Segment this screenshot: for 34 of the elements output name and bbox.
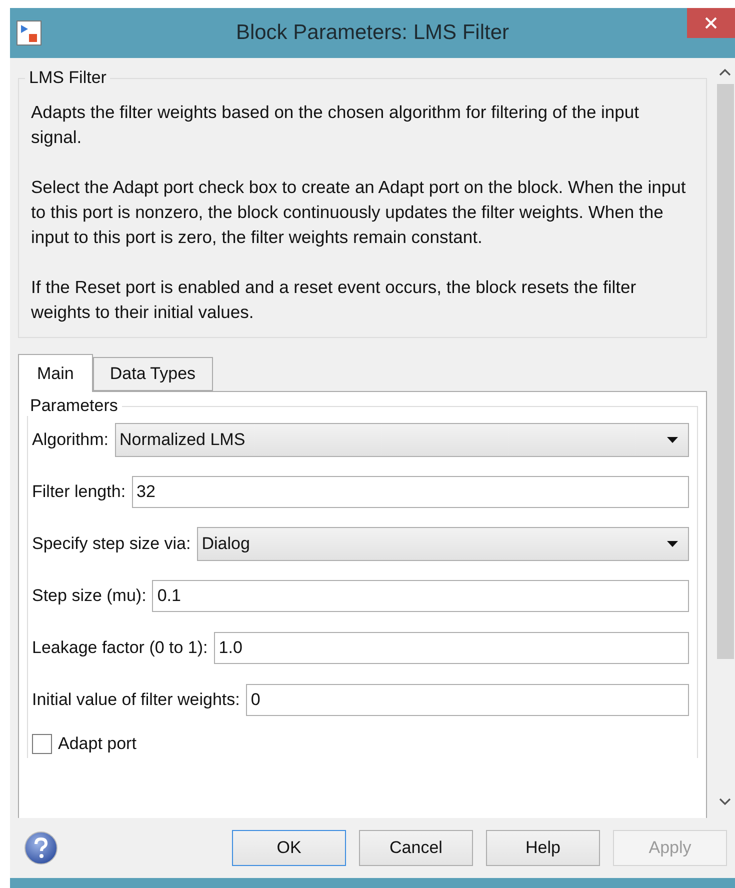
- description-text: Select the Adapt port check box to create an Adapt port on the block. When the input to this port is nonzero, the block continuously updates the filter weights. When the input to this port is zero, the filter weights remain constant.: [31, 176, 687, 249]
- close-button[interactable]: [687, 8, 735, 38]
- dialog-button[interactable]: OK: [232, 830, 346, 866]
- description-text: Adapts the filter weights based on the chosen algorithm for filtering of the input signal.: [31, 101, 640, 149]
- dialog-button[interactable]: Help: [486, 830, 600, 866]
- checkbox[interactable]: [32, 734, 52, 754]
- field-label: Leakage factor (0 to 1):: [32, 638, 208, 658]
- input-field[interactable]: 32: [132, 476, 689, 508]
- tab[interactable]: Main: [18, 354, 93, 392]
- window-title: Block Parameters: LMS Filter: [234, 21, 510, 45]
- field-label: Filter length:: [32, 482, 126, 502]
- group-title: Parameters: [29, 396, 119, 416]
- close-icon: [705, 17, 717, 29]
- input-field[interactable]: 0.1: [152, 580, 689, 612]
- field-label: Initial value of filter weights:: [32, 690, 240, 710]
- dropdown[interactable]: Dialog: [196, 527, 689, 561]
- tab[interactable]: Data Types: [92, 357, 213, 391]
- caret-icon: [667, 541, 678, 547]
- scroll-up-icon: [719, 68, 731, 76]
- dropdown[interactable]: Normalized LMS: [114, 423, 689, 457]
- field-label: Specify step size via:: [32, 534, 191, 554]
- app-icon: [16, 20, 42, 46]
- group-title: LMS Filter: [28, 68, 108, 88]
- caret-icon: [667, 437, 678, 443]
- field-label: Step size (mu):: [32, 586, 146, 606]
- checkbox-label: Adapt port: [58, 734, 136, 754]
- input-field[interactable]: 0: [246, 684, 689, 716]
- help-icon[interactable]: [24, 831, 58, 865]
- scroll-down-icon: [719, 798, 731, 806]
- description-text: If the Reset port is enabled and a reset event occurs, the block resets the filter weights to their initial values.: [31, 276, 638, 324]
- scroll-thumb[interactable]: [716, 84, 734, 659]
- dialog-button[interactable]: Cancel: [359, 830, 473, 866]
- field-label: Algorithm:: [32, 430, 109, 450]
- input-field[interactable]: 1.0: [214, 632, 689, 664]
